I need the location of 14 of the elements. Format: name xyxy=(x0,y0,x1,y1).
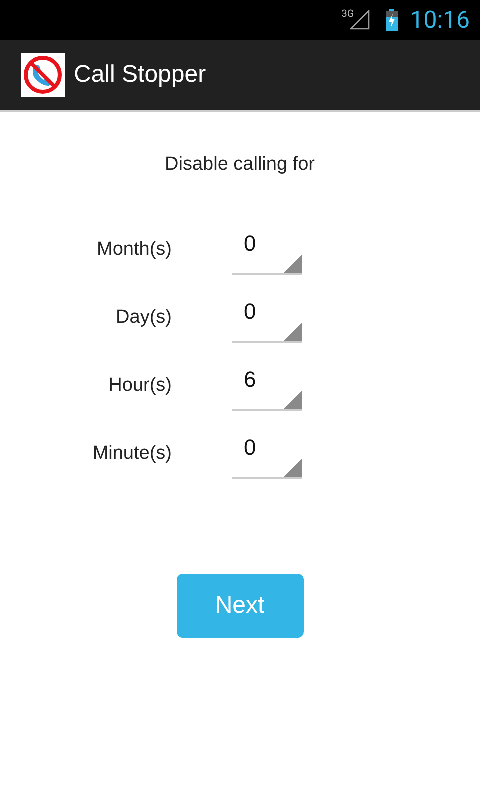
field-label: Month(s) xyxy=(96,239,172,261)
field-label: Hour(s) xyxy=(108,375,172,397)
field-label: Day(s) xyxy=(115,307,172,329)
field-label: Minute(s) xyxy=(92,443,172,465)
number-spinner[interactable]: 0 xyxy=(232,435,302,479)
number-spinner[interactable]: 0 xyxy=(232,231,302,275)
number-spinner[interactable]: 0 xyxy=(232,299,302,343)
number-spinner[interactable]: 6 xyxy=(232,367,302,411)
app-title: Call Stopper xyxy=(74,61,206,89)
clock-time: 10:16 xyxy=(410,6,470,34)
battery-charging-icon xyxy=(386,9,398,31)
network-type: 3G xyxy=(342,9,354,20)
no-phone-icon xyxy=(21,53,65,97)
heading: Disable calling for xyxy=(165,154,315,176)
